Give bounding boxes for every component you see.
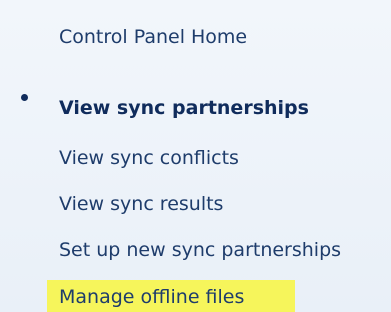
- active-bullet-icon: [21, 94, 28, 101]
- sidebar-item-view-sync-results[interactable]: View sync results: [59, 191, 223, 217]
- sidebar-item-control-panel-home[interactable]: Control Panel Home: [59, 24, 247, 50]
- sidebar-item-set-up-new-sync-partnerships[interactable]: Set up new sync partnerships: [59, 237, 341, 263]
- sidebar-item-view-sync-conflicts[interactable]: View sync conflicts: [59, 145, 239, 171]
- sidebar-item-view-sync-partnerships[interactable]: View sync partnerships: [59, 95, 309, 121]
- control-panel-task-pane: Control Panel Home View sync partnership…: [0, 0, 391, 312]
- sidebar-item-manage-offline-files[interactable]: Manage offline files: [59, 284, 244, 310]
